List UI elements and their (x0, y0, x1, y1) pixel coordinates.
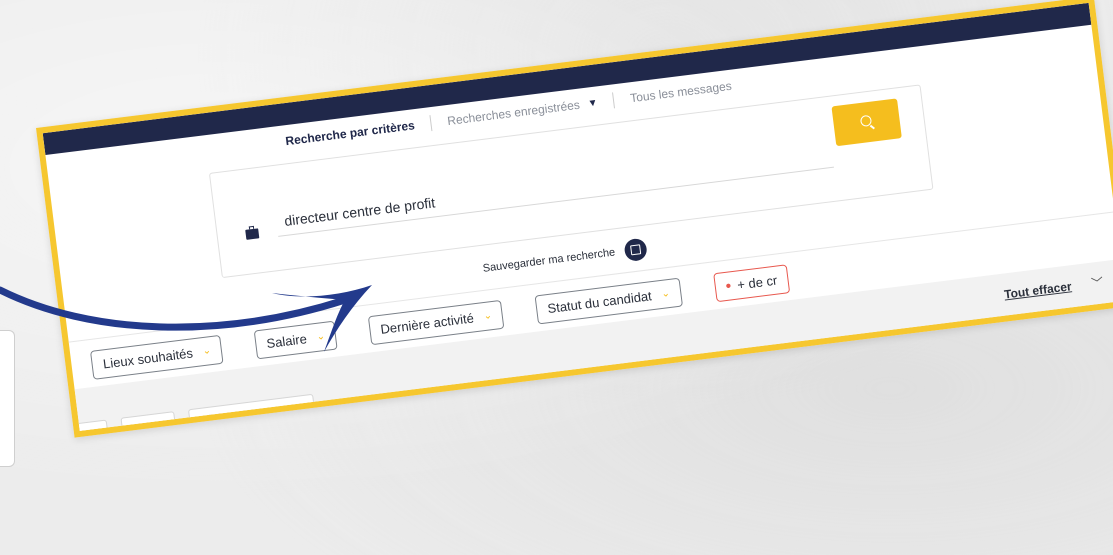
screenshot-stage: Recherche par critères Recherches enregi… (0, 0, 1113, 555)
arrow-annotation (0, 285, 372, 352)
